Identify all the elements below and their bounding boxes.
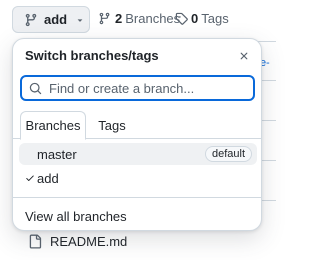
tab-branches[interactable]: Branches [20,111,86,140]
close-button[interactable] [235,47,253,65]
branch-item-master[interactable]: master default [19,143,257,165]
tab-tags[interactable]: Tags [91,111,133,139]
branch-search-field[interactable] [20,75,255,101]
file-icon [28,234,42,249]
file-name: README.md [50,234,128,249]
repo-header: add 2 Branches 0 Tags [0,0,276,40]
git-branch-icon [24,13,38,27]
branches-count: 2 [115,11,123,26]
close-icon [238,50,250,62]
branch-select-label: add [44,12,68,27]
check-icon [25,173,35,183]
branches-word: Branches [125,11,181,26]
branch-name: master [37,146,77,162]
file-row[interactable]: README.md [28,234,127,249]
git-branch-icon [98,12,111,25]
branch-switcher-panel: Switch branches/tags Branches Tags maste… [12,38,262,231]
tag-icon [175,12,188,25]
view-all-branches-link[interactable]: View all branches [25,209,127,224]
tags-count: 0 [191,11,199,26]
branch-name: add [37,170,59,186]
branch-search-input[interactable] [49,80,239,96]
search-icon [29,82,42,95]
chevron-down-icon [75,15,85,25]
tags-word: Tags [201,11,229,26]
branch-select-button[interactable]: add [12,6,90,33]
branch-item-add[interactable]: add [19,167,257,189]
panel-title: Switch branches/tags [25,48,159,63]
branches-link[interactable]: 2 Branches [98,11,180,26]
default-badge: default [204,146,252,162]
panel-divider [13,197,261,198]
tags-link[interactable]: 0 Tags [175,11,229,26]
branch-tag-tabs: Branches Tags [13,111,261,140]
